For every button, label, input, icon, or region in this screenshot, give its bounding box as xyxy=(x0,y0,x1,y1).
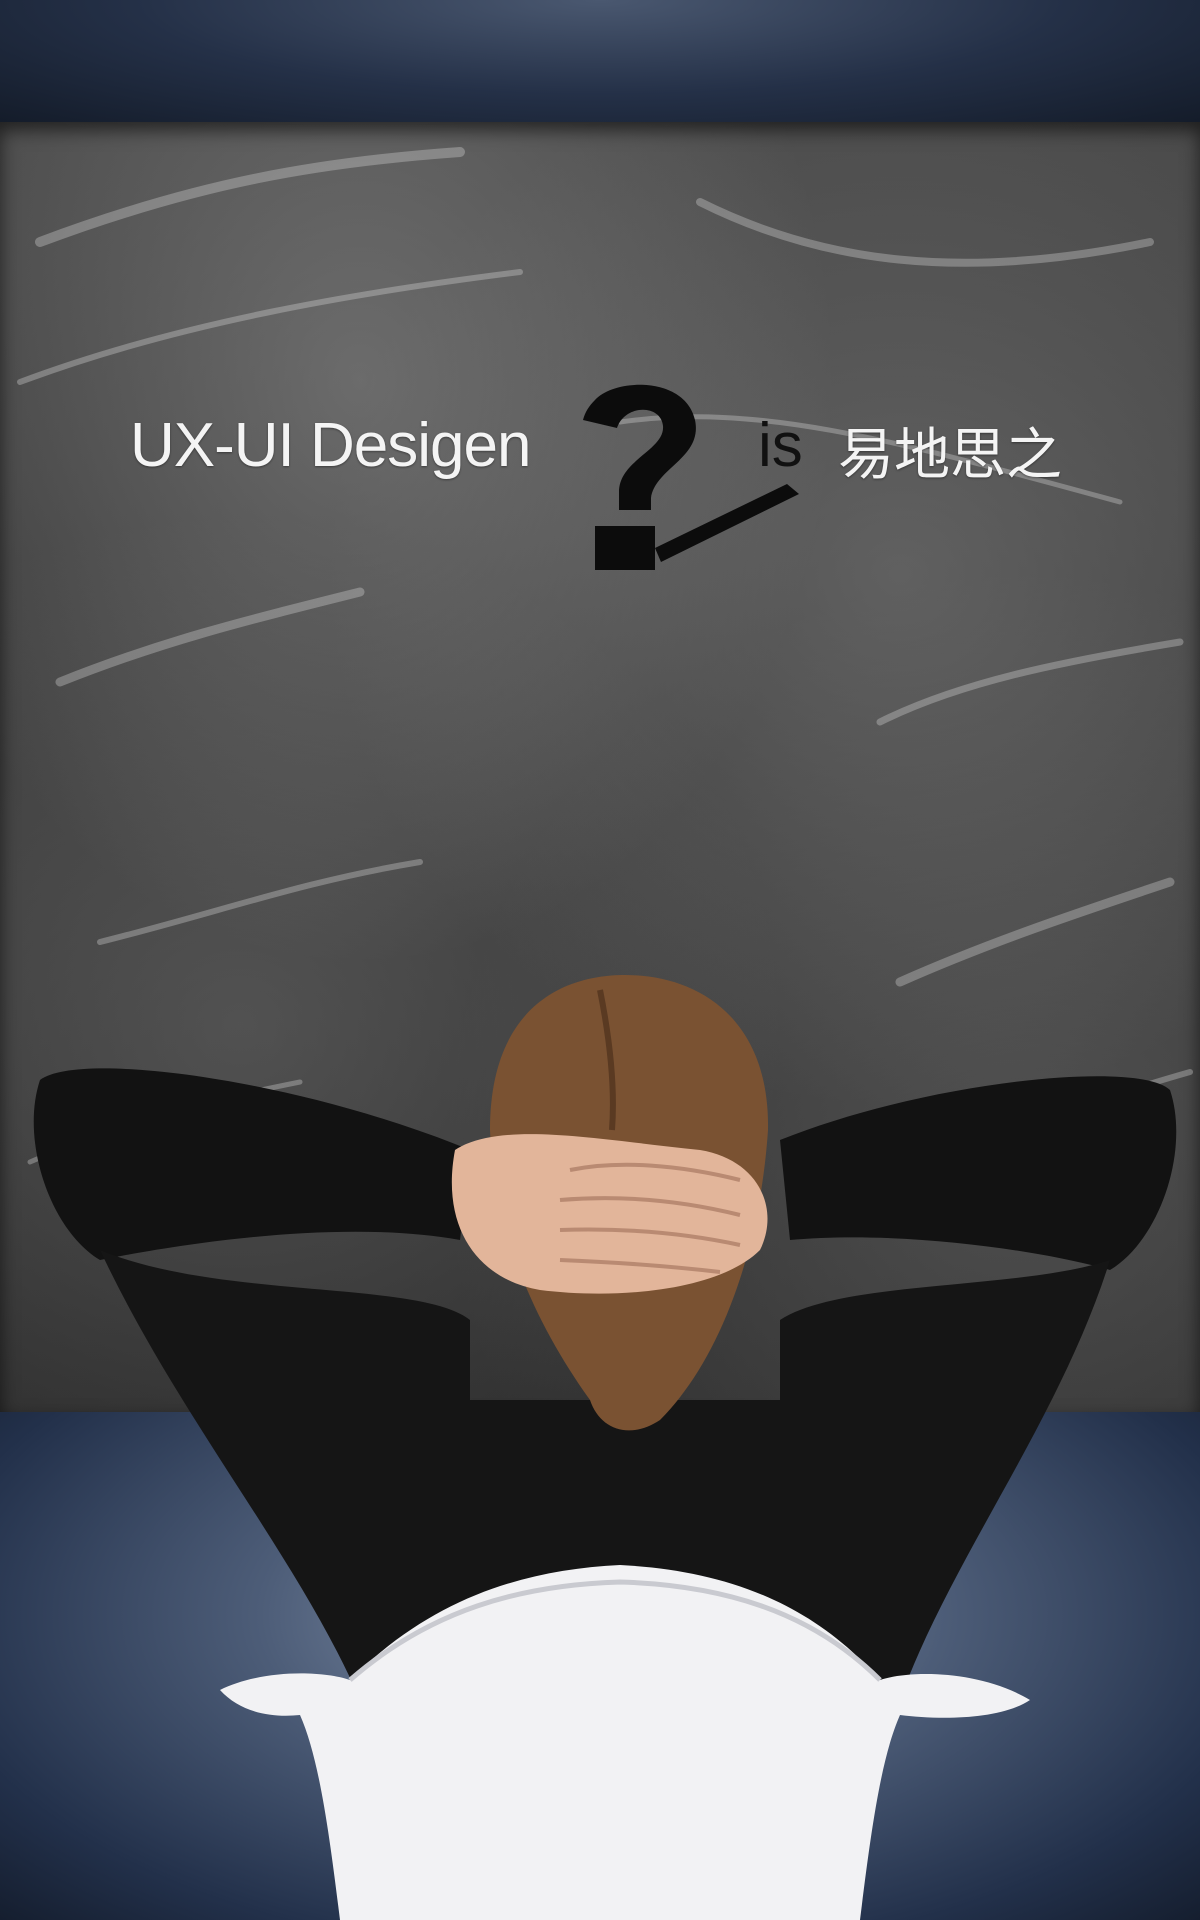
poster-scene: UX-UI Desigen is 易地思之 xyxy=(0,0,1200,1920)
left-arm xyxy=(33,1068,470,1260)
hands xyxy=(451,1134,768,1294)
right-arm xyxy=(780,1076,1177,1270)
person-illustration xyxy=(33,975,1177,1920)
